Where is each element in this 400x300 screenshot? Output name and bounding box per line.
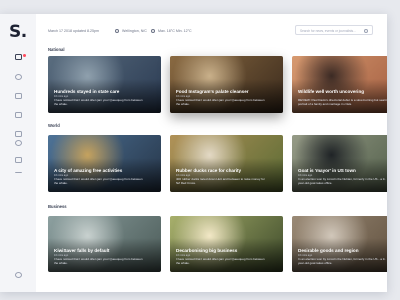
news-card[interactable]: KiwiSaver falls by default 16 mins ago I h… — [48, 216, 161, 272]
card-summary: I have noticed that I would often jam yo… — [54, 257, 143, 266]
trophy-icon[interactable] — [15, 157, 22, 163]
news-card[interactable]: Food Instagram's palate cleanser 16 mins … — [170, 56, 283, 113]
weather-icon — [151, 28, 155, 33]
card-title: Food Instagram's palate cleanser — [176, 89, 249, 94]
flask-icon[interactable] — [15, 131, 22, 137]
card-summary: I have noticed that I would often jam yo… — [176, 98, 265, 107]
card-summary: In an election won by Lincoln the Nubian… — [298, 177, 386, 186]
search-icon[interactable] — [364, 28, 368, 33]
app-window: S. March 17 2018 updated 8.25pm Wellingt… — [0, 14, 387, 292]
menu-icon[interactable] — [15, 172, 22, 174]
news-card[interactable]: Desirable goods and region 16 mins ago In … — [292, 216, 387, 272]
user-icon[interactable] — [15, 272, 22, 278]
news-card[interactable]: Hundreds stayed in state care 16 mins ago… — [48, 56, 161, 113]
card-summary: I have noticed that I would often jam yo… — [54, 98, 143, 107]
top-bar: March 17 2018 updated 8.25pm Wellington,… — [36, 14, 387, 46]
news-card[interactable]: Rubber ducks race for charity 16 mins ago… — [170, 135, 283, 192]
card-title: Hundreds stayed in state care — [54, 89, 120, 94]
home-icon[interactable] — [15, 54, 22, 60]
card-title: Decarbonising big business — [176, 248, 238, 253]
card-summary: I have noticed that I would often jam yo… — [54, 177, 143, 186]
sidebar: S. — [0, 14, 36, 292]
monitor-icon[interactable] — [15, 112, 22, 118]
section-title: National — [48, 47, 65, 52]
search-placeholder: Search for news, events or journalists..… — [300, 28, 356, 33]
clock-icon[interactable] — [15, 140, 22, 146]
globe-icon[interactable] — [15, 74, 22, 80]
news-card[interactable]: A city of amazing free activities 16 mins… — [48, 135, 161, 192]
location-icon — [115, 28, 119, 33]
news-card[interactable]: Goat is 'mayor' in US town 16 mins ago In … — [292, 135, 387, 192]
section-title: World — [48, 123, 60, 128]
card-title: KiwiSaver falls by default — [54, 248, 110, 253]
card-title: Rubber ducks race for charity — [176, 168, 242, 173]
card-title: A city of amazing free activities — [54, 168, 123, 173]
search-input[interactable]: Search for news, events or journalists..… — [295, 25, 373, 35]
logo: S. — [9, 22, 27, 42]
briefcase-icon[interactable] — [15, 93, 22, 99]
section-title: Business — [48, 204, 67, 209]
card-image-overlay — [292, 78, 387, 113]
location-text: Wellington, N/C — [122, 29, 147, 33]
card-title: Goat is 'mayor' in US town — [298, 168, 356, 173]
news-card[interactable]: Wildlife well worth uncovering REVIEW: Pa… — [292, 56, 387, 113]
news-card[interactable]: Decarbonising big business 16 mins ago I h… — [170, 216, 283, 272]
card-summary: I have noticed that I would often jam yo… — [176, 257, 265, 266]
notification-dot — [23, 54, 26, 57]
card-summary: In an election won by Lincoln the Nubian… — [298, 257, 386, 266]
date-text: March 17 2018 updated 8.25pm — [48, 29, 99, 33]
weather-text: Max. 18°C Min. 12°C — [158, 29, 192, 33]
card-title: Wildlife well worth uncovering — [298, 89, 365, 94]
card-summary: REVIEW: Paul Davis's directorial debut i… — [298, 98, 387, 107]
card-title: Desirable goods and region — [298, 248, 359, 253]
card-summary: 400 rubber ducks raced down Hutt and bet… — [176, 177, 265, 186]
